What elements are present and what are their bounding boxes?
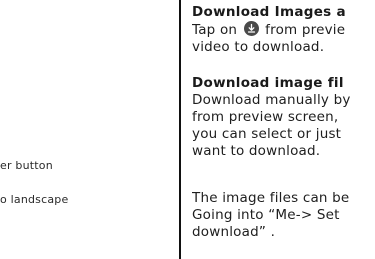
instruction-line: want to download. bbox=[192, 143, 321, 159]
instruction-line: Tap on from previe bbox=[192, 21, 346, 39]
instruction-line: from preview screen, bbox=[192, 109, 339, 125]
instruction-line: Going into “Me-> Set bbox=[192, 207, 340, 223]
download-icon bbox=[243, 21, 259, 36]
instruction-line: The image files can be bbox=[192, 190, 350, 206]
column-divider bbox=[179, 0, 181, 259]
section-heading: Download image fil bbox=[192, 75, 344, 91]
instruction-line: download” . bbox=[192, 224, 276, 240]
instruction-text: Tap on bbox=[192, 22, 238, 38]
right-column: Download Images a Tap on from previe vid… bbox=[192, 0, 375, 259]
instruction-line: you can select or just bbox=[192, 126, 342, 142]
instruction-line: video to download. bbox=[192, 39, 325, 55]
left-column: er button o landscape bbox=[0, 0, 178, 259]
download-image-files-section: Download image fil Download manually by … bbox=[192, 75, 351, 160]
image-files-location-section: The image files can be Going into “Me-> … bbox=[192, 190, 349, 241]
download-images-section: Download Images a Tap on from previe vid… bbox=[192, 4, 346, 56]
instruction-text: from previe bbox=[265, 22, 346, 38]
left-text-line: er button bbox=[0, 159, 53, 172]
instruction-line: Download manually by bbox=[192, 92, 351, 108]
section-heading: Download Images a bbox=[192, 4, 346, 20]
left-text-line: o landscape bbox=[0, 193, 69, 206]
